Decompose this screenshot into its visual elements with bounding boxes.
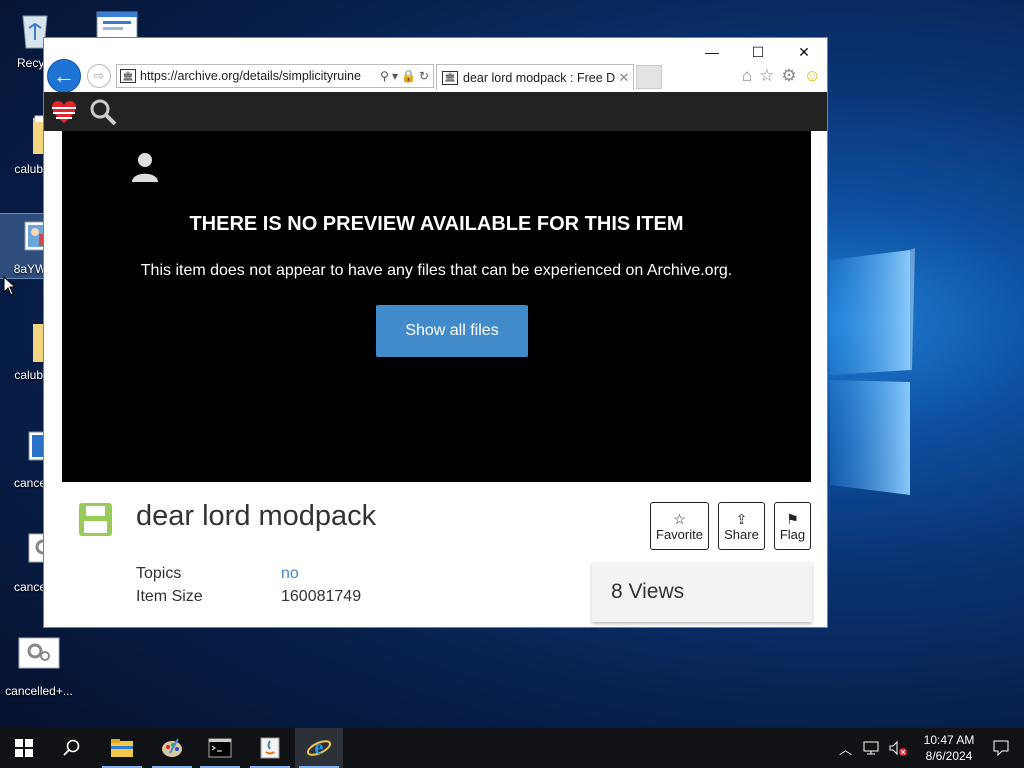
new-tab-button[interactable]: [636, 65, 662, 89]
no-preview-heading: THERE IS NO PREVIEW AVAILABLE FOR THIS I…: [189, 213, 684, 235]
flag-icon: ⚑: [786, 510, 799, 527]
command-icons: ⌂ ☆ ⚙ ☺: [742, 66, 821, 86]
java-app-button[interactable]: [246, 728, 294, 768]
folder-icon: [111, 739, 133, 757]
desktop-icon-cancelled[interactable]: cancelled+...: [4, 636, 74, 698]
tab-close-icon[interactable]: ✕: [615, 70, 633, 86]
address-bar[interactable]: 🏛 https://archive.org/details/simplicity…: [116, 64, 434, 88]
browser-tab[interactable]: 🏛 dear lord modpack : Free D... ✕: [436, 64, 634, 90]
gears-file-icon: [17, 636, 61, 680]
system-tray: ︿ 10:47 AM 8/6/2024: [833, 728, 1024, 768]
topics-link[interactable]: no: [281, 565, 299, 583]
windows-start-icon: [15, 739, 33, 757]
star-icon: ☆: [673, 510, 686, 527]
site-favicon-icon: 🏛: [120, 69, 136, 83]
search-icon[interactable]: [88, 97, 118, 127]
item-size-label: Item Size: [136, 588, 203, 605]
favorite-button[interactable]: ☆ Favorite: [650, 502, 709, 550]
page-content: THERE IS NO PREVIEW AVAILABLE FOR THIS I…: [44, 131, 827, 627]
notifications-icon[interactable]: [992, 739, 1010, 757]
paint-button[interactable]: [148, 728, 196, 768]
flag-button[interactable]: ⚑ Flag: [774, 502, 811, 550]
start-button[interactable]: [0, 728, 48, 768]
taskbar-clock[interactable]: 10:47 AM 8/6/2024: [918, 732, 980, 764]
search-button[interactable]: [48, 728, 96, 768]
item-title: dear lord modpack: [136, 500, 377, 532]
minimize-button[interactable]: —: [689, 38, 735, 66]
share-icon: ⇪: [735, 510, 748, 527]
refresh-icon[interactable]: ↻: [419, 69, 429, 83]
favorites-star-icon[interactable]: ☆: [759, 66, 774, 86]
command-prompt-button[interactable]: [196, 728, 244, 768]
views-count: 8 Views: [592, 562, 812, 622]
clock-date: 8/6/2024: [925, 749, 973, 763]
tab-title: dear lord modpack : Free D...: [463, 70, 615, 85]
java-icon: [260, 737, 280, 759]
address-tools: ⚲ ▾ 🔒 ↻: [376, 69, 433, 83]
feedback-smiley-icon[interactable]: ☺: [804, 66, 821, 86]
maximize-button[interactable]: ☐: [735, 38, 781, 66]
back-button[interactable]: ←: [47, 59, 81, 93]
lock-icon[interactable]: 🔒: [401, 69, 416, 83]
windows-logo-wallpaper: [830, 248, 915, 495]
internet-explorer-icon: e: [306, 737, 332, 759]
clock-time: 10:47 AM: [923, 733, 975, 747]
search-icon: [63, 739, 80, 756]
settings-gear-icon[interactable]: ⚙: [781, 66, 796, 86]
terminal-icon: [208, 738, 232, 758]
item-theater: THERE IS NO PREVIEW AVAILABLE FOR THIS I…: [62, 131, 811, 482]
close-button[interactable]: ✕: [781, 38, 827, 66]
flag-label: Flag: [779, 526, 806, 542]
favorite-label: Favorite: [656, 526, 703, 542]
share-button[interactable]: ⇪ Share: [718, 502, 765, 550]
site-favicon-icon: 🏛: [442, 70, 458, 85]
desktop-icon-label: cancelled+...: [5, 684, 73, 698]
file-explorer-button[interactable]: [98, 728, 146, 768]
software-floppy-icon: [79, 503, 112, 536]
address-url[interactable]: https://archive.org/details/simplicityru…: [140, 69, 376, 83]
topics-label: Topics: [136, 565, 182, 582]
window-controls: — ☐ ✕: [689, 38, 827, 66]
browser-window: — ☐ ✕ ← ⇨ 🏛 https://archive.org/details/…: [43, 37, 828, 628]
share-label: Share: [724, 526, 759, 542]
archive-nav-bar: [44, 92, 827, 131]
dropdown-arrow-icon[interactable]: ▾: [392, 69, 398, 83]
search-icon[interactable]: ⚲: [380, 69, 389, 83]
network-icon[interactable]: [862, 740, 880, 756]
volume-muted-icon[interactable]: [888, 740, 908, 756]
browser-titlebar: — ☐ ✕ ← ⇨ 🏛 https://archive.org/details/…: [44, 38, 827, 93]
paint-palette-icon: [162, 738, 182, 757]
user-icon: [132, 153, 158, 182]
show-hidden-icons-chevron-icon[interactable]: ︿: [839, 739, 852, 758]
archive-hamburger-logo-icon[interactable]: [50, 98, 78, 126]
taskbar: e ︿ 10:47 AM 8/6/2024: [0, 728, 1024, 768]
home-icon[interactable]: ⌂: [742, 66, 752, 86]
svg-text:e: e: [315, 737, 324, 759]
mouse-cursor-icon: [3, 276, 15, 296]
item-size-value: 160081749: [281, 588, 362, 605]
show-all-files-button[interactable]: Show all files: [376, 305, 528, 357]
no-preview-text: This item does not appear to have any fi…: [140, 262, 733, 279]
internet-explorer-button[interactable]: e: [295, 728, 343, 768]
forward-button[interactable]: ⇨: [87, 64, 111, 88]
